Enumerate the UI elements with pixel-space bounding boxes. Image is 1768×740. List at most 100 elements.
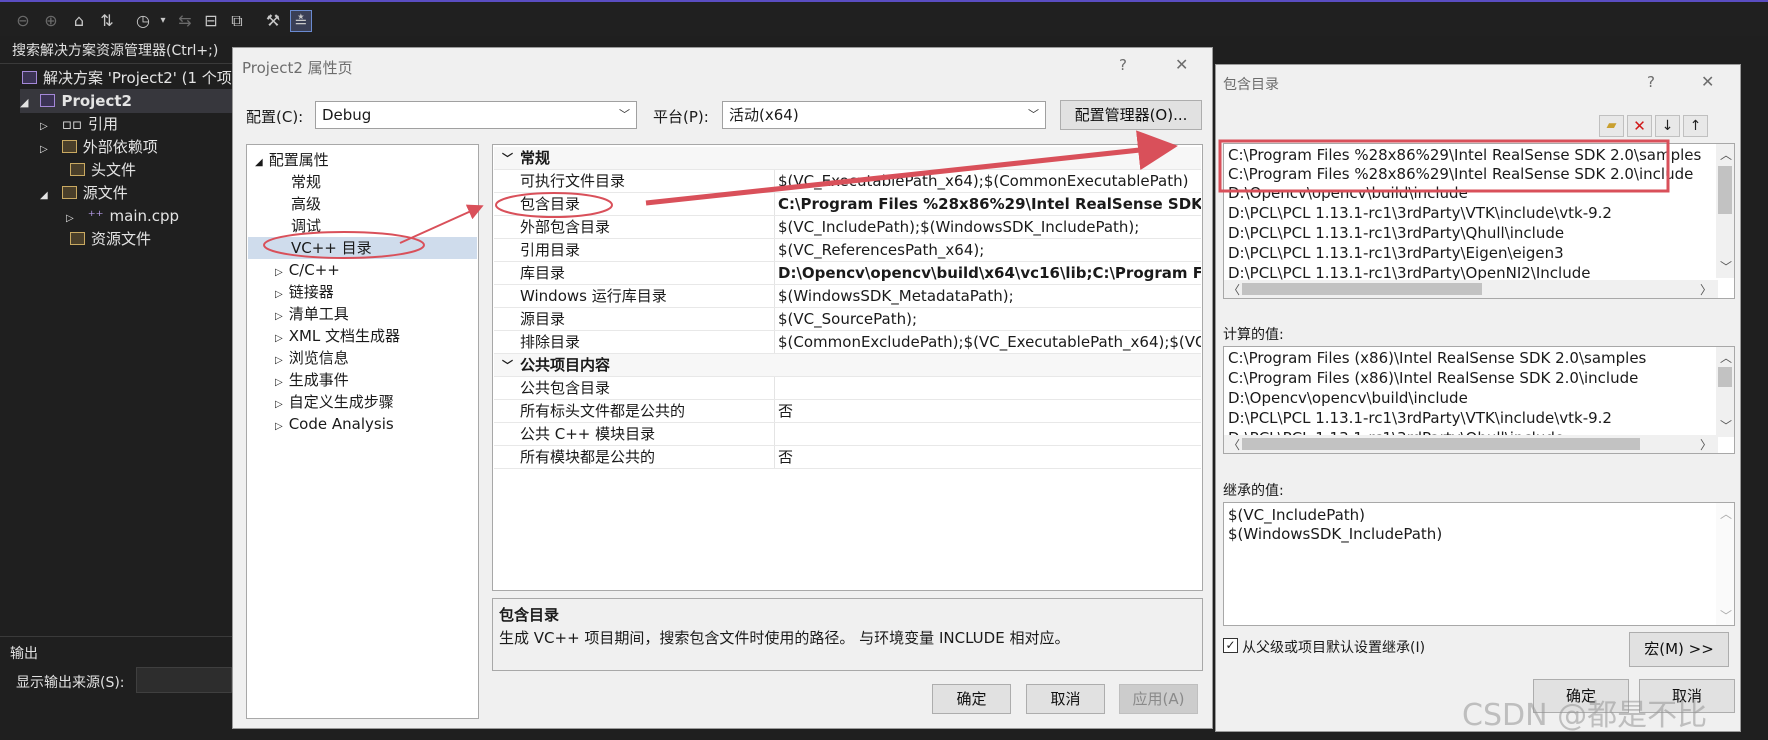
collapse-icon[interactable]: ▷: [275, 333, 283, 344]
property-row-include-dirs[interactable]: 包含目录 C:\Program Files %28x86%29\Intel Rea…: [494, 193, 1201, 216]
property-row[interactable]: 公共 C++ 模块目录: [494, 423, 1201, 446]
property-row[interactable]: 引用目录 $(VC_ReferencesPath_x64);: [494, 239, 1201, 262]
collapse-icon[interactable]: ▷: [275, 311, 283, 322]
ok-button[interactable]: 确定: [932, 684, 1011, 714]
collapse-icon[interactable]: ▷: [275, 421, 283, 432]
scroll-left-icon[interactable]: 〈: [1228, 436, 1240, 453]
platform-combo[interactable]: 活动(x64) ﹀: [722, 101, 1046, 129]
property-row[interactable]: 所有标头文件都是公共的否: [494, 400, 1201, 423]
scroll-right-icon[interactable]: 〉: [1700, 436, 1712, 453]
horizontal-scrollbar[interactable]: 〈 〉: [1224, 435, 1718, 453]
nav-item-advanced[interactable]: 高级: [291, 193, 321, 215]
expand-icon[interactable]: ◢: [40, 190, 48, 201]
nav-item-debugging[interactable]: 调试: [291, 215, 321, 237]
scroll-thumb[interactable]: [1718, 367, 1732, 387]
move-up-icon[interactable]: ↑: [1683, 115, 1708, 137]
list-item[interactable]: D:\Opencv\opencv\build\include: [1228, 182, 1468, 204]
horizontal-scrollbar[interactable]: 〈 〉: [1224, 280, 1718, 298]
close-icon[interactable]: ✕: [1175, 55, 1188, 74]
solution-node[interactable]: 解决方案 'Project2' (1 个项: [22, 66, 232, 90]
property-row[interactable]: 排除目录 $(CommonExcludePath);$(VC_Executable…: [494, 331, 1201, 354]
tree-item-resources[interactable]: 资源文件: [70, 227, 151, 251]
nav-item-browse[interactable]: ▷ 浏览信息: [275, 347, 349, 369]
nav-item-vc-dirs[interactable]: VC++ 目录: [291, 237, 372, 259]
inherit-checkbox-label[interactable]: 从父级或项目默认设置继承(I): [1242, 637, 1425, 657]
tree-item-sources[interactable]: ◢ 源文件: [40, 181, 128, 205]
config-manager-button[interactable]: 配置管理器(O)...: [1060, 100, 1202, 130]
scroll-left-icon[interactable]: 〈: [1228, 281, 1240, 298]
collapse-icon[interactable]: ▷: [275, 355, 283, 366]
help-button[interactable]: ?: [1119, 56, 1127, 74]
property-row[interactable]: 源目录 $(VC_SourcePath);: [494, 308, 1201, 331]
tree-item-headers[interactable]: 头文件: [70, 158, 136, 182]
new-line-icon[interactable]: ▰: [1599, 115, 1624, 137]
collapse-icon[interactable]: ▷: [275, 377, 283, 388]
collapse-icon[interactable]: ▷: [40, 121, 48, 132]
tree-item-main-cpp[interactable]: ▷ ⁺⁺ main.cpp: [66, 204, 179, 228]
list-item[interactable]: D:\PCL\PCL 1.13.1-rc1\3rdParty\Eigen\eig…: [1228, 242, 1564, 264]
property-row[interactable]: 外部包含目录 $(VC_IncludePath);$(WindowsSDK_Inc…: [494, 216, 1201, 239]
nav-item-general[interactable]: 常规: [291, 171, 321, 193]
collapse-icon[interactable]: ﹀: [502, 147, 513, 169]
help-button[interactable]: ?: [1647, 73, 1655, 91]
collapse-icon[interactable]: ▷: [275, 399, 283, 410]
property-row[interactable]: Windows 运行库目录 $(WindowsSDK_MetadataPath);: [494, 285, 1201, 308]
tree-item-external-deps[interactable]: ▷ 外部依赖项: [40, 135, 158, 159]
pending-changes-icon[interactable]: ⇆: [174, 10, 196, 32]
scroll-up-icon[interactable]: ︿: [1720, 146, 1732, 163]
delete-icon[interactable]: ✕: [1627, 115, 1652, 137]
property-row[interactable]: 所有模块都是公共的否: [494, 446, 1201, 469]
category-general[interactable]: ﹀ 常规: [494, 147, 1201, 170]
nav-item-manifest[interactable]: ▷ 清单工具: [275, 303, 349, 325]
scroll-down-icon[interactable]: ﹀: [1720, 258, 1732, 275]
scroll-thumb[interactable]: [1718, 166, 1732, 214]
expand-icon[interactable]: ◢: [20, 96, 28, 109]
collapse-icon[interactable]: ▷: [275, 289, 283, 300]
include-dirs-list[interactable]: C:\Program Files %28x86%29\Intel RealSen…: [1223, 143, 1735, 299]
wrench-icon[interactable]: ⚒: [262, 10, 284, 32]
close-icon[interactable]: ✕: [1701, 72, 1714, 91]
dropdown-icon[interactable]: ▾: [152, 10, 174, 32]
solution-search-box[interactable]: 搜索解决方案资源管理器(Ctrl+;): [0, 38, 232, 64]
collapse-icon[interactable]: ▷: [40, 144, 48, 155]
scroll-thumb[interactable]: [1242, 283, 1482, 295]
property-row[interactable]: 可执行文件目录 $(VC_ExecutablePath_x64);$(Common…: [494, 170, 1201, 193]
history-icon[interactable]: ◷: [132, 10, 154, 32]
nav-item-cpp[interactable]: ▷ C/C++: [275, 259, 340, 281]
preview-icon[interactable]: ≛: [290, 10, 312, 32]
expand-icon[interactable]: ◢: [255, 157, 263, 168]
forward-icon[interactable]: ⊕: [40, 10, 62, 32]
list-item[interactable]: D:\PCL\PCL 1.13.1-rc1\3rdParty\VTK\inclu…: [1228, 202, 1612, 224]
collapse-icon[interactable]: ﹀: [502, 354, 513, 376]
tree-item-references[interactable]: ▷ ▫▫ 引用: [40, 112, 118, 136]
apply-button[interactable]: 应用(A): [1119, 684, 1198, 714]
scroll-up-icon[interactable]: ︿: [1720, 505, 1732, 522]
nav-item-build-events[interactable]: ▷ 生成事件: [275, 369, 349, 391]
scroll-down-icon[interactable]: ﹀: [1720, 417, 1732, 434]
nav-item-xml-doc[interactable]: ▷ XML 文档生成器: [275, 325, 400, 347]
vertical-scrollbar[interactable]: ︿ ﹀: [1716, 144, 1734, 278]
scroll-right-icon[interactable]: 〉: [1700, 281, 1712, 298]
output-source-select[interactable]: [136, 667, 232, 693]
copy-icon[interactable]: ⧉: [226, 10, 248, 32]
collapse-icon[interactable]: ▷: [66, 213, 74, 224]
scroll-down-icon[interactable]: ﹀: [1720, 607, 1732, 624]
inherit-checkbox[interactable]: ✓: [1223, 638, 1238, 653]
scroll-up-icon[interactable]: ︿: [1720, 349, 1732, 366]
project-node[interactable]: ◢ Project2: [20, 89, 232, 113]
back-icon[interactable]: ⊖: [12, 10, 34, 32]
move-down-icon[interactable]: ↓: [1655, 115, 1680, 137]
vertical-scrollbar[interactable]: ︿ ﹀: [1716, 503, 1734, 625]
property-row[interactable]: 公共包含目录: [494, 377, 1201, 400]
nav-root[interactable]: ◢ 配置属性: [255, 149, 329, 171]
vertical-scrollbar[interactable]: ︿ ﹀: [1716, 347, 1734, 437]
cancel-button[interactable]: 取消: [1026, 684, 1105, 714]
property-row-library-dirs[interactable]: 库目录 D:\Opencv\opencv\build\x64\vc16\lib;C…: [494, 262, 1201, 285]
collapse-all-icon[interactable]: ⊟: [200, 10, 222, 32]
scroll-thumb[interactable]: [1242, 438, 1640, 450]
list-item[interactable]: D:\PCL\PCL 1.13.1-rc1\3rdParty\Qhull\inc…: [1228, 222, 1564, 244]
macros-button[interactable]: 宏(M) >>: [1629, 632, 1729, 667]
nav-item-custom-build[interactable]: ▷ 自定义生成步骤: [275, 391, 394, 413]
category-public[interactable]: ﹀ 公共项目内容: [494, 354, 1201, 377]
nav-item-linker[interactable]: ▷ 链接器: [275, 281, 334, 303]
